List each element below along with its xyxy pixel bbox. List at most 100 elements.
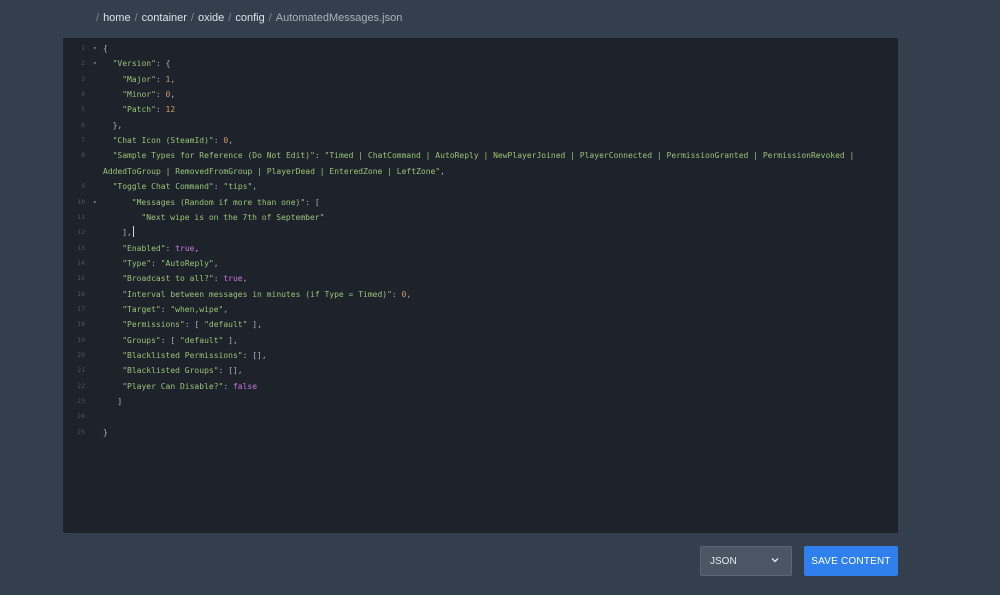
code-line[interactable]: 17 "Target": "when,wipe", [63,302,898,317]
code-line[interactable]: 13 "Enabled": true, [63,241,898,256]
code-token: "Messages (Random if more than one)" [131,197,306,207]
code-line[interactable]: 18 "Permissions": [ "default" ], [63,317,898,332]
line-number: 14 [77,258,85,267]
line-number: 5 [81,105,85,114]
code-token: "Patch" [122,105,156,115]
code-line[interactable]: 10 ▾ "Messages (Random if more than one)":… [63,195,898,210]
code-token: : [165,243,176,253]
breadcrumb-item-home[interactable]: home [103,12,131,24]
code-token: "Version" [112,59,156,69]
code-token: , [406,289,412,299]
code-token: : [223,381,233,391]
code-token: , [440,166,445,176]
fold-toggle-icon[interactable]: ▾ [93,41,97,56]
line-number: 22 [77,381,85,390]
code-text: ], [122,225,134,240]
code-line[interactable]: 7 "Chat Icon (SteamId)": 0, [63,133,898,148]
code-token: : [ [184,320,205,330]
line-number: 9 [81,182,85,191]
code-line[interactable]: 21 "Blacklisted Groups": [], [63,363,898,378]
code-text: "Messages (Random if more than one)": [ [132,195,320,210]
code-line[interactable]: 11 "Next wipe is on the 7th of September" [63,210,898,225]
code-token: ] [117,397,123,407]
line-number: 3 [81,74,85,83]
code-text: ] [117,394,122,409]
code-token: "AutoReply" [160,258,214,268]
code-line[interactable]: 25} [63,425,898,440]
line-number: 21 [77,366,85,375]
code-line[interactable]: 14 "Type": "AutoReply", [63,256,898,271]
code-text: AddedToGroup | RemovedFromGroup | Player… [103,164,445,179]
line-number: 8 [81,151,85,160]
code-token: "when,wipe" [170,304,224,314]
line-number: 4 [81,90,85,99]
code-token: 12 [165,105,176,115]
language-select-value: JSON [710,555,737,567]
breadcrumb-item-oxide[interactable]: oxide [198,12,224,24]
code-line[interactable]: 22 "Player Can Disable?": false [63,379,898,394]
code-line[interactable]: 16 "Interval between messages in minutes … [63,287,898,302]
code-token: "Timed | ChatCommand | AutoReply | NewPl… [324,151,855,161]
text-cursor [132,226,134,238]
code-token: "Chat Icon (SteamId)" [112,136,214,146]
code-line[interactable]: 9 "Toggle Chat Command": "tips", [63,179,898,194]
code-token: "tips" [223,182,253,192]
code-token: : [], [218,366,243,376]
code-token: true [223,274,243,284]
fold-toggle-icon[interactable]: ▾ [93,56,97,71]
code-token: , [170,74,176,84]
code-line[interactable]: AddedToGroup | RemovedFromGroup | Player… [63,164,898,179]
code-token: : [155,74,166,84]
breadcrumb-item-automatedmessages-json: AutomatedMessages.json [275,12,403,24]
code-line[interactable]: 19 "Groups": [ "default" ], [63,333,898,348]
code-token: : [314,151,325,161]
code-text: "Major": 1, [122,72,175,87]
code-token: "Blacklisted Permissions" [122,351,243,360]
code-token: , [242,274,248,284]
code-line[interactable]: 1 ▾ { [63,41,898,56]
code-token: : [155,105,166,115]
save-content-button[interactable]: SAVE CONTENT [804,546,898,576]
code-token: AddedToGroup | RemovedFromGroup | Player… [103,166,441,176]
code-line[interactable]: 3 "Major": 1, [63,72,898,87]
code-line[interactable]: 24 [63,409,898,424]
code-token: ], [223,335,238,345]
code-token: "Next wipe is on the 7th of September" [141,212,325,222]
breadcrumb-item-container[interactable]: container [142,12,187,24]
code-token: true [175,243,195,253]
line-number: 23 [77,397,85,406]
code-text: } [103,425,108,440]
code-token: "Toggle Chat Command" [112,182,214,192]
breadcrumb-item-config[interactable]: config [235,12,264,24]
code-token: "Type" [122,258,152,268]
code-line[interactable]: 20 "Blacklisted Permissions": [], [63,348,898,363]
code-line[interactable]: 2 ▾ "Version": { [63,56,898,71]
line-number: 17 [77,304,85,313]
code-line[interactable]: 4 "Minor": 0, [63,87,898,102]
code-line[interactable]: 15 "Broadcast to all?": true, [63,271,898,286]
code-token: ], [122,228,132,238]
code-token: } [103,427,108,437]
code-editor[interactable]: 1 ▾ {2 ▾ "Version": {3 "Major": 1, 4 "Minor": 0… [63,38,898,533]
line-number: 2 [81,59,85,68]
code-line[interactable]: 23] [63,394,898,409]
code-token: , [213,258,219,268]
code-token: "Player Can Disable?" [122,381,224,391]
line-number: 1 [81,44,85,52]
code-line[interactable]: 5 "Patch": 12 [63,102,898,117]
code-text: "Sample Types for Reference (Do Not Edit… [113,148,855,163]
code-token: "default" [179,335,224,345]
code-line[interactable]: 12], [63,225,898,240]
code-text: "Toggle Chat Command": "tips", [113,179,258,194]
language-select[interactable]: JSON [700,546,792,576]
code-text: "Next wipe is on the 7th of September" [141,210,324,225]
code-token: "Sample Types for Reference (Do Not Edit… [112,151,315,161]
code-line[interactable]: 8 "Sample Types for Reference (Do Not Edi… [63,148,898,163]
fold-toggle-icon[interactable]: ▾ [93,195,97,210]
breadcrumb-separator: / [96,12,100,24]
breadcrumb-separator: / [228,12,232,24]
code-token: "Minor" [122,90,156,100]
code-token: "Enabled" [122,243,166,253]
code-line[interactable]: 6}, [63,118,898,133]
code-token: , [252,182,258,192]
